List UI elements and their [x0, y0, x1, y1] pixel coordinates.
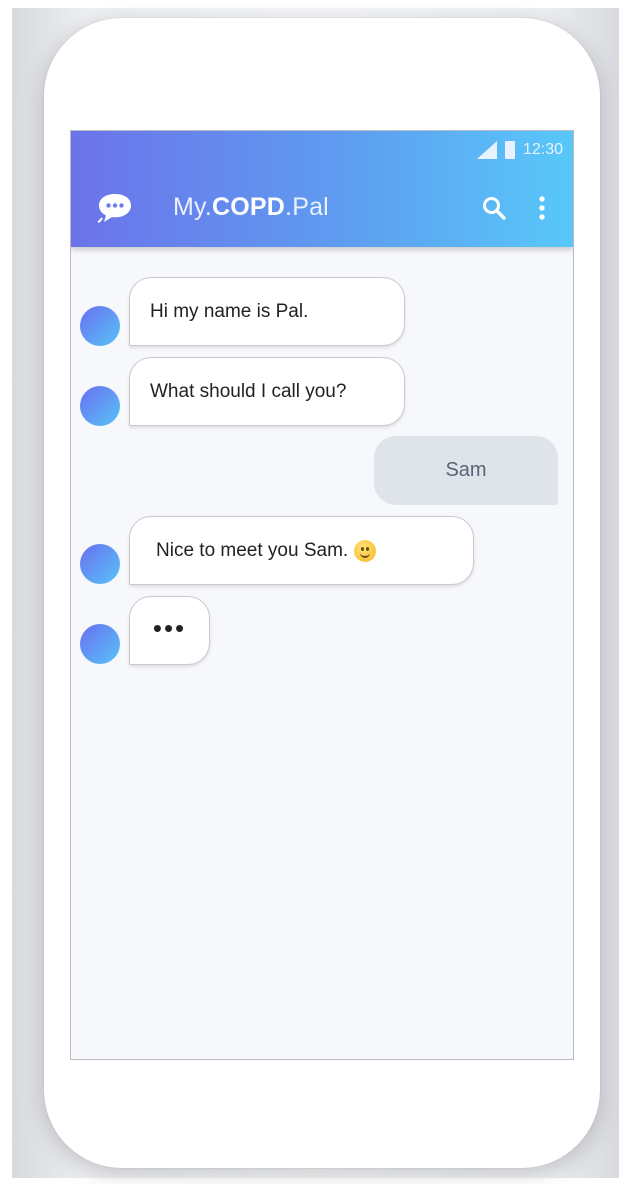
status-bar: 12:30 — [476, 139, 563, 161]
search-icon[interactable] — [481, 195, 507, 221]
bot-avatar — [80, 306, 120, 346]
chat-bubble-icon[interactable] — [96, 191, 134, 225]
smile-emoji-icon — [354, 539, 377, 562]
typing-dots: ••• — [152, 612, 187, 643]
app-bar: 12:30 My.COPD.Pal — [71, 131, 573, 247]
message-text: Hi my name is Pal. — [150, 300, 309, 322]
bot-message: Nice to meet you Sam. — [129, 516, 474, 585]
bot-message: What should I call you? — [129, 357, 405, 426]
more-vert-icon[interactable] — [537, 195, 547, 221]
bot-avatar — [80, 624, 120, 664]
app-title-bold: COPD — [212, 193, 286, 221]
bot-avatar — [80, 386, 120, 426]
typing-indicator: ••• — [129, 596, 210, 665]
battery-icon — [504, 141, 515, 159]
signal-icon — [476, 141, 497, 159]
message-text: What should I call you? — [150, 380, 347, 402]
user-message: Sam — [374, 436, 558, 505]
app-title-prefix: My. — [173, 193, 213, 221]
bot-avatar — [80, 544, 120, 584]
message-text: Nice to meet you Sam. — [156, 539, 349, 561]
bot-message: Hi my name is Pal. — [129, 277, 405, 346]
app-title: My.COPD.Pal — [173, 193, 329, 222]
status-time: 12:30 — [522, 141, 563, 158]
app-title-suffix: .Pal — [285, 193, 329, 221]
message-text: Sam — [445, 459, 487, 481]
phone-screen: 12:30 My.COPD.Pal Hi my name is Pal. Wha… — [70, 130, 574, 1060]
